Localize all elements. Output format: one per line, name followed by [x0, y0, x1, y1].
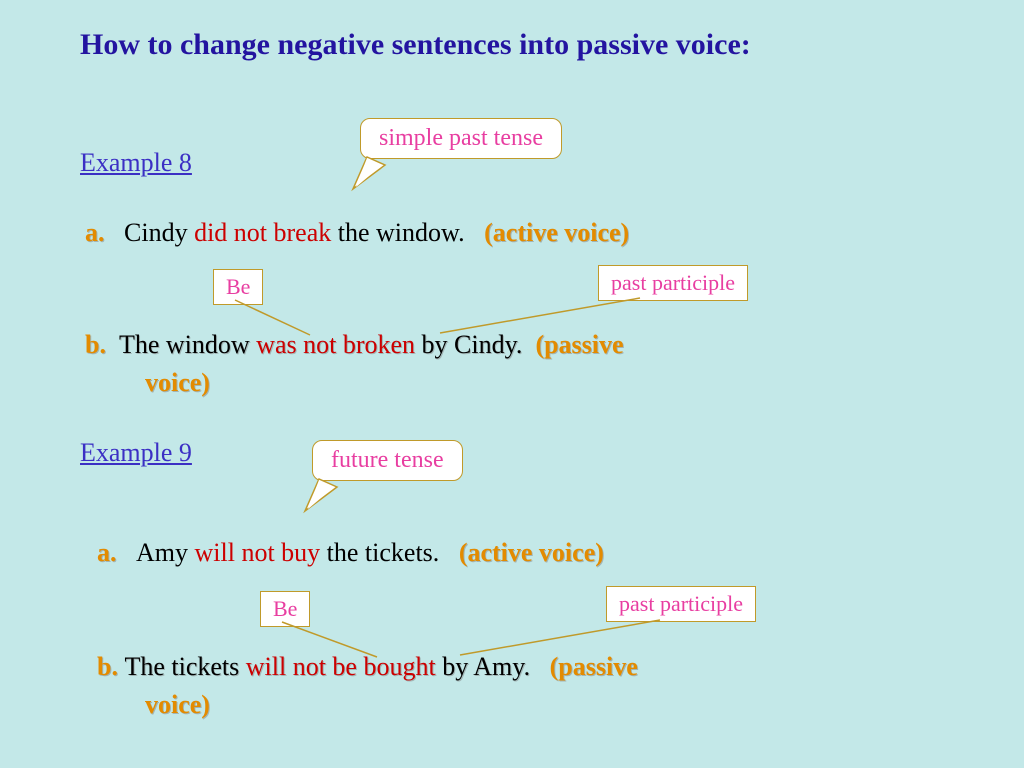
callout-label: future tense [331, 447, 444, 473]
page-title: How to change negative sentences into pa… [80, 28, 751, 62]
letter-a: a. [97, 538, 123, 567]
text: Cindy [124, 218, 194, 247]
ex9-line-a: a. Amy will not buy the tickets. (active… [97, 538, 604, 568]
ex8-line-b-cont: voice) [145, 368, 210, 398]
text: The window [119, 330, 256, 359]
callout-future-tense: future tense [312, 440, 463, 481]
be-verb: was not [256, 330, 343, 359]
text: the window. [338, 218, 471, 247]
voice-label-cont: voice) [145, 368, 210, 397]
callout-label: simple past tense [379, 125, 543, 151]
voice-label: (active voice) [459, 538, 604, 567]
example-8-heading: Example 8 [80, 148, 192, 178]
voice-label: (active voice) [484, 218, 629, 247]
voice-label: (passive [535, 330, 623, 359]
past-participle-box-ex9: past participle [606, 586, 756, 622]
text: Amy [136, 538, 195, 567]
be-box-ex9: Be [260, 591, 310, 627]
letter-b: b. [85, 330, 112, 359]
past-participle-box-ex8: past participle [598, 265, 748, 301]
ex8-line-a: a. Cindy did not break the window. (acti… [85, 218, 629, 248]
text: The tickets [124, 652, 245, 681]
text: the tickets. [327, 538, 446, 567]
ex8-line-b: b. The window was not broken by Cindy. (… [85, 330, 624, 360]
letter-b: b. [97, 652, 124, 681]
text: by Amy. [442, 652, 536, 681]
ex9-line-b: b. The tickets will not be bought by Amy… [97, 652, 638, 682]
verb-phrase: did not break [194, 218, 338, 247]
verb-phrase: will not buy [195, 538, 327, 567]
past-participle: bought [363, 652, 442, 681]
voice-label: (passive [550, 652, 638, 681]
callout-simple-past-tense: simple past tense [360, 118, 562, 159]
text: by Cindy. [422, 330, 529, 359]
be-verb: will not be [246, 652, 364, 681]
be-box-ex8: Be [213, 269, 263, 305]
letter-a: a. [85, 218, 111, 247]
voice-label-cont: voice) [145, 690, 210, 719]
ex9-line-b-cont: voice) [145, 690, 210, 720]
example-9-heading: Example 9 [80, 438, 192, 468]
past-participle: broken [343, 330, 422, 359]
